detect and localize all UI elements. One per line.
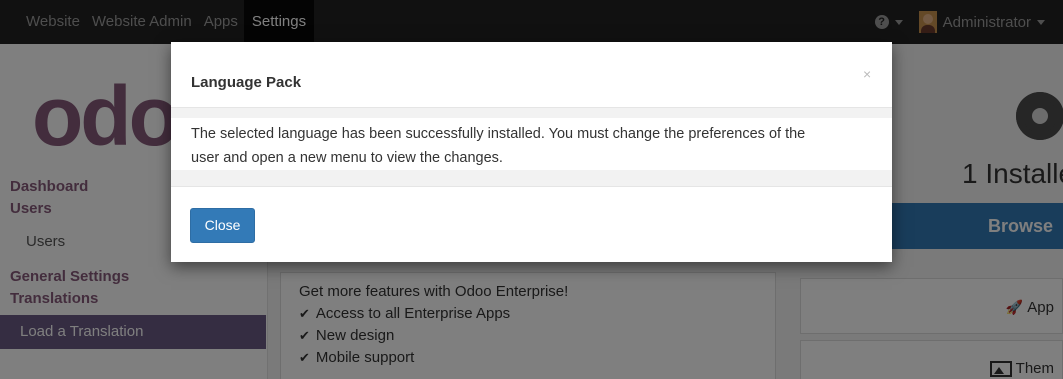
modal-body: The selected language has been successfu…: [191, 122, 881, 170]
modal-divider: [171, 108, 892, 118]
modal-divider: [171, 170, 892, 186]
modal-message-line: The selected language has been successfu…: [191, 126, 806, 142]
modal-footer: Close: [171, 186, 892, 262]
modal-title: Language Pack: [191, 74, 302, 91]
language-pack-dialog: Language Pack × The selected language ha…: [171, 42, 892, 262]
close-button[interactable]: Close: [190, 208, 255, 243]
modal-message-line: user and open a new menu to view the cha…: [191, 150, 503, 166]
close-icon[interactable]: ×: [863, 66, 871, 82]
modal-header: Language Pack ×: [171, 42, 892, 108]
